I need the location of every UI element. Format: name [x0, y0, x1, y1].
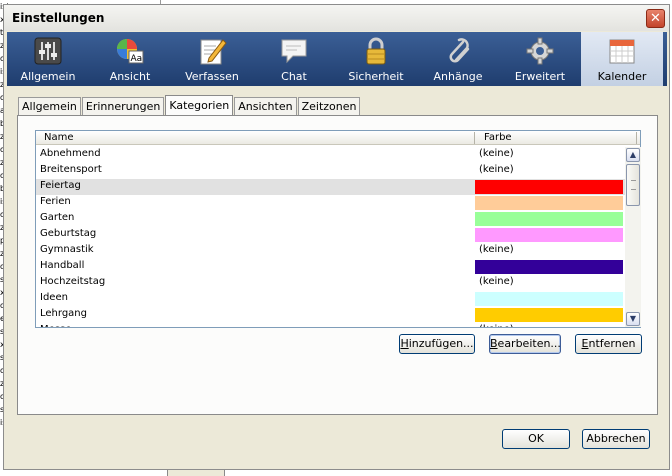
- sliders-icon: [34, 37, 62, 65]
- toolbar-label: Anhänge: [433, 70, 483, 83]
- column-header-farbe[interactable]: Farbe: [484, 132, 512, 143]
- color-swatch: [475, 292, 623, 306]
- tab-ansichten[interactable]: Ansichten: [234, 97, 297, 115]
- category-color-text: (keine): [479, 276, 514, 287]
- toolbar-label: Verfassen: [185, 70, 239, 83]
- padlock-icon: [366, 37, 386, 65]
- toolbar-label: Erweitert: [514, 70, 566, 83]
- button-label: inzufügen...: [408, 337, 474, 350]
- gear-icon: [526, 37, 554, 65]
- calendar-icon: [609, 39, 635, 64]
- window-title: Einstellungen: [12, 11, 105, 25]
- preferences-toolbar: Allgemein Aa Ansicht Verfassen Chat Sich…: [7, 32, 667, 86]
- title-bar[interactable]: Einstellungen ✕: [4, 5, 669, 31]
- toolbar-item-chat[interactable]: Chat: [253, 32, 335, 86]
- toolbar-item-anhaenge[interactable]: Anhänge: [417, 32, 499, 86]
- toolbar-item-verfassen[interactable]: Verfassen: [171, 32, 253, 86]
- kategorien-panel: Name Farbe Abnehmend (keine) Breitensport (…: [17, 115, 658, 415]
- category-color-text: (keine): [479, 244, 514, 255]
- toolbar-label: Chat: [281, 70, 307, 83]
- toolbar-item-sicherheit[interactable]: Sicherheit: [335, 32, 417, 86]
- list-item[interactable]: Lehrgang: [36, 307, 625, 323]
- color-swatch: [475, 212, 623, 226]
- column-divider: [636, 132, 637, 144]
- color-swatch: [475, 196, 623, 210]
- chevron-up-icon: ▲: [629, 150, 637, 159]
- category-name: Geburtstag: [40, 228, 97, 239]
- column-header-name[interactable]: Name: [44, 132, 74, 143]
- list-item[interactable]: Feiertag: [36, 179, 625, 195]
- color-swatch: [475, 308, 623, 322]
- tab-kategorien[interactable]: Kategorien: [165, 95, 234, 115]
- list-item[interactable]: Ideen: [36, 291, 625, 307]
- category-name: Breitensport: [40, 164, 102, 175]
- list-header: Name Farbe: [36, 131, 640, 145]
- category-name: Messe: [40, 324, 71, 327]
- category-color-text: (keine): [479, 164, 514, 175]
- category-color-text: (keine): [479, 324, 514, 327]
- color-swatch: [475, 260, 623, 274]
- color-swatch: [475, 228, 623, 242]
- list-item[interactable]: Geburtstag: [36, 227, 625, 243]
- toolbar-label: Kalender: [597, 70, 647, 83]
- settings-dialog: Einstellungen ✕ Allgemein Aa Ansicht Ver…: [3, 4, 670, 470]
- category-name: Feiertag: [40, 180, 81, 191]
- list-rows: Abnehmend (keine) Breitensport (keine) Feier…: [36, 147, 625, 327]
- toolbar-item-erweitert[interactable]: Erweitert: [499, 32, 581, 86]
- toolbar-label: Allgemein: [20, 70, 76, 83]
- close-button[interactable]: ✕: [646, 9, 665, 28]
- toolbar-item-ansicht[interactable]: Aa Ansicht: [89, 32, 171, 86]
- category-name: Hochzeitstag: [40, 276, 106, 287]
- vertical-scrollbar[interactable]: ▲ ▼: [625, 147, 641, 327]
- tab-erinnerungen[interactable]: Erinnerungen: [81, 97, 165, 115]
- scrollbar-thumb[interactable]: [626, 164, 640, 206]
- edit-category-button[interactable]: Bearbeiten...: [489, 334, 561, 354]
- chevron-down-icon: ▼: [629, 314, 637, 323]
- kalender-tabstrip: Allgemein Erinnerungen Kategorien Ansich…: [18, 95, 361, 115]
- category-name: Handball: [40, 260, 85, 271]
- list-item[interactable]: Garten: [36, 211, 625, 227]
- toolbar-item-allgemein[interactable]: Allgemein: [7, 32, 89, 86]
- category-name: Garten: [40, 212, 75, 223]
- remove-category-button[interactable]: Entfernen: [575, 334, 642, 354]
- toolbar-label: Sicherheit: [348, 70, 404, 83]
- cancel-button[interactable]: Abbrechen: [582, 429, 650, 449]
- accesskey: H: [400, 337, 409, 350]
- scroll-down-button[interactable]: ▼: [626, 312, 640, 326]
- category-name: Abnehmend: [40, 148, 101, 159]
- close-icon: ✕: [650, 11, 661, 26]
- column-divider[interactable]: [474, 132, 475, 144]
- toolbar-item-kalender[interactable]: Kalender: [581, 32, 663, 86]
- category-name: Ferien: [40, 196, 71, 207]
- toolbar-label: Ansicht: [109, 70, 151, 83]
- tab-zeitzonen[interactable]: Zeitzonen: [297, 97, 361, 115]
- categories-list[interactable]: Name Farbe Abnehmend (keine) Breitensport (…: [35, 130, 641, 328]
- color-swatch: [475, 180, 623, 194]
- category-name: Lehrgang: [40, 308, 87, 319]
- list-item[interactable]: Messe (keine): [36, 323, 625, 327]
- button-label: earbeiten...: [497, 337, 561, 350]
- add-category-button[interactable]: Hinzufügen...: [399, 334, 475, 354]
- category-name: Ideen: [40, 292, 68, 303]
- tab-allgemein[interactable]: Allgemein: [18, 97, 81, 115]
- chat-bubble-icon: [281, 39, 307, 64]
- list-item[interactable]: Abnehmend (keine): [36, 147, 625, 163]
- accesskey: B: [490, 337, 498, 350]
- list-item[interactable]: Gymnastik (keine): [36, 243, 625, 259]
- category-name: Gymnastik: [40, 244, 94, 255]
- list-item[interactable]: Breitensport (keine): [36, 163, 625, 179]
- pencil-paper-icon: [200, 39, 227, 65]
- list-item[interactable]: Handball: [36, 259, 625, 275]
- grip-icon: [631, 180, 636, 190]
- list-item[interactable]: Ferien: [36, 195, 625, 211]
- ok-button[interactable]: OK: [502, 429, 570, 449]
- paperclip-icon: [449, 38, 470, 63]
- button-label: ntfernen: [588, 337, 636, 350]
- svg-text:Aa: Aa: [131, 54, 143, 64]
- category-color-text: (keine): [479, 148, 514, 159]
- scroll-up-button[interactable]: ▲: [626, 148, 640, 162]
- color-font-icon: Aa: [117, 39, 144, 64]
- list-item[interactable]: Hochzeitstag (keine): [36, 275, 625, 291]
